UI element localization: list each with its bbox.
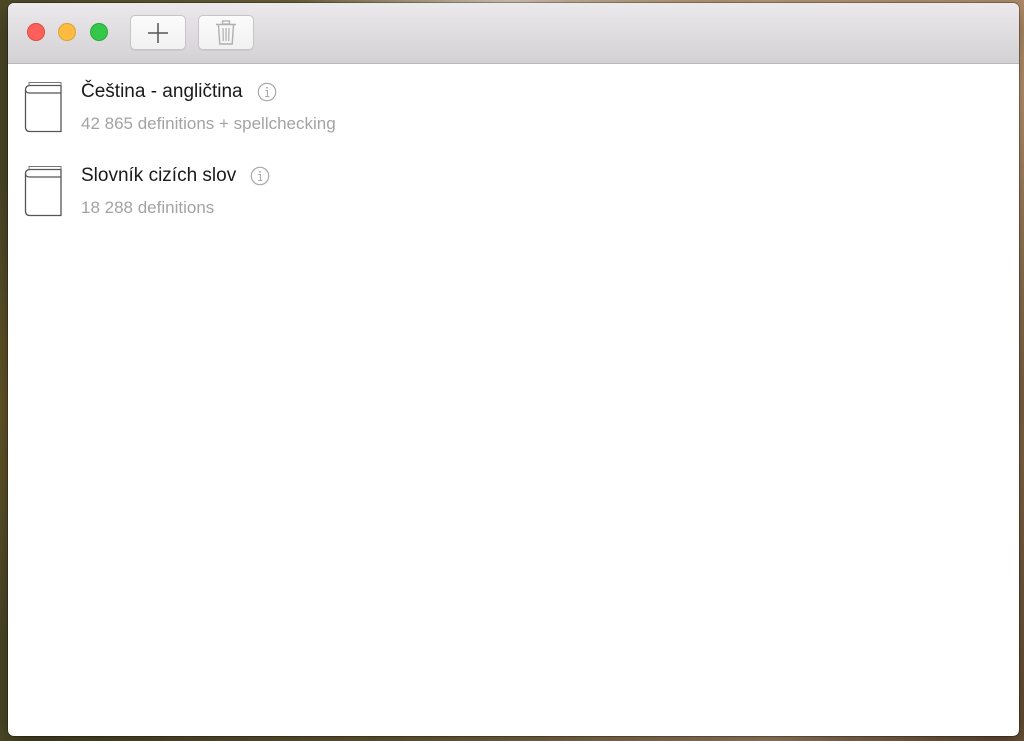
dictionary-subtitle: 18 288 definitions [81, 198, 215, 217]
zoom-button[interactable] [90, 23, 108, 41]
info-icon[interactable] [257, 82, 277, 102]
book-icon [24, 166, 62, 217]
trash-icon [216, 19, 236, 45]
list-item[interactable]: Slovník cizích slov 18 288 definitions [8, 148, 1019, 232]
dictionary-window: Čeština - angličtina 42 865 definitions … [8, 3, 1019, 736]
item-title-row: Čeština - angličtina [81, 80, 277, 104]
item-title-row: Slovník cizích slov [81, 164, 270, 188]
dictionary-title: Slovník cizích slov [81, 165, 237, 186]
close-button[interactable] [27, 23, 45, 41]
minimize-button[interactable] [58, 23, 76, 41]
list-item[interactable]: Čeština - angličtina 42 865 definitions … [8, 64, 1019, 148]
plus-icon [148, 22, 168, 43]
dictionary-title: Čeština - angličtina [81, 81, 243, 102]
dictionary-subtitle: 42 865 definitions + spellchecking [81, 114, 336, 133]
add-dictionary-button[interactable] [130, 15, 186, 50]
titlebar [8, 3, 1019, 64]
book-icon [24, 82, 62, 133]
info-icon[interactable] [250, 166, 270, 186]
delete-dictionary-button[interactable] [198, 15, 254, 50]
dictionary-list: Čeština - angličtina 42 865 definitions … [8, 64, 1019, 232]
